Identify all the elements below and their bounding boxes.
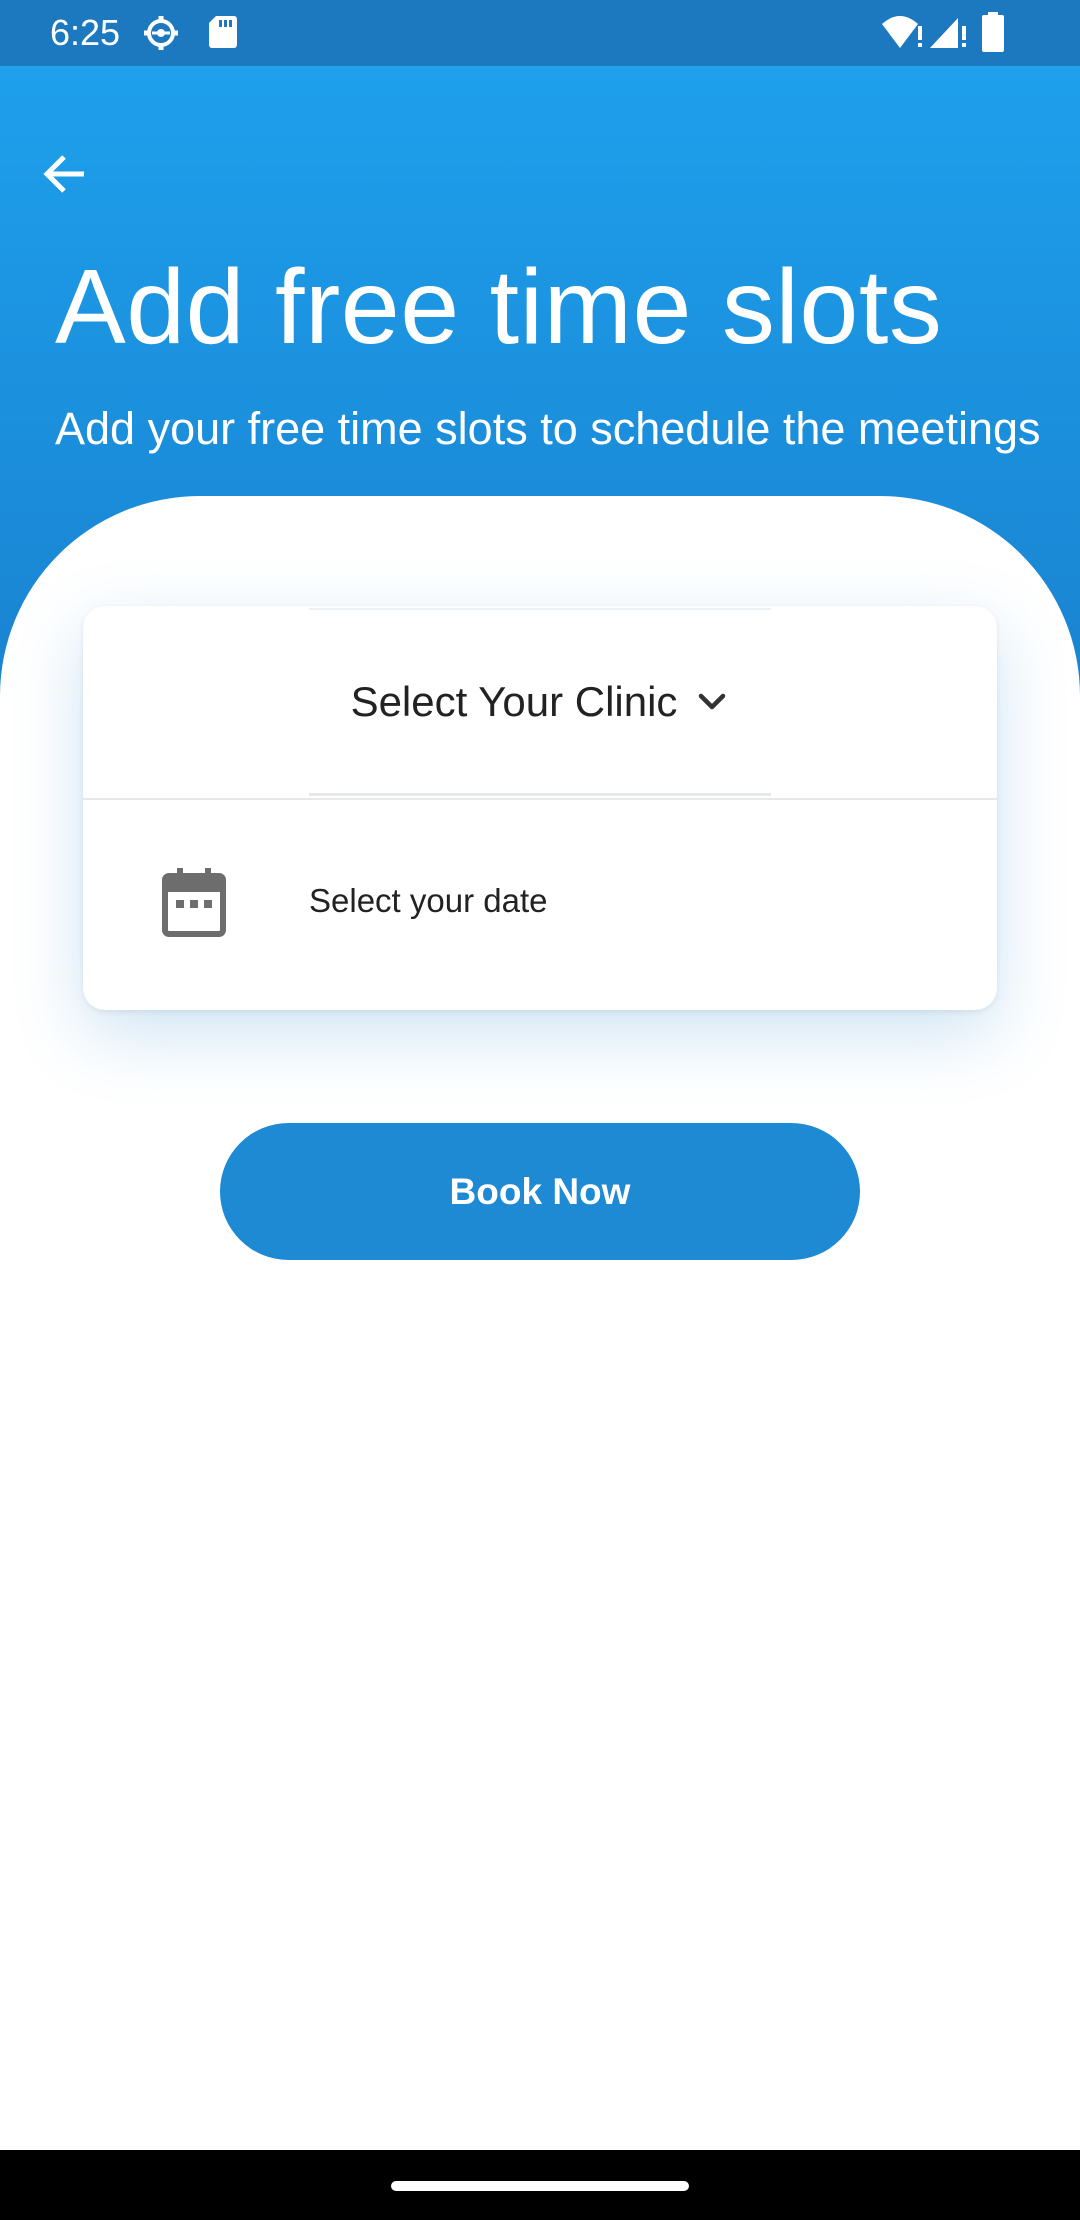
back-button[interactable] — [36, 144, 96, 204]
calendar-icon — [161, 866, 227, 938]
status-time: 6:25 — [50, 12, 121, 53]
date-picker-label: Select your date — [309, 882, 548, 919]
clinic-dropdown[interactable]: Select Your Clinic — [309, 608, 771, 796]
arrow-left-icon — [43, 155, 84, 193]
battery-icon — [982, 12, 1004, 57]
sd-card-icon — [208, 14, 238, 55]
wifi-alert-icon — [880, 14, 924, 55]
signal-alert-icon — [928, 14, 968, 55]
home-indicator[interactable] — [391, 2181, 689, 2191]
chevron-down-icon — [695, 685, 729, 719]
navigation-bar — [0, 2150, 1080, 2220]
page-title: Add free time slots — [55, 248, 943, 366]
page-subtitle: Add your free time slots to schedule the… — [55, 403, 1041, 454]
booking-card: Select Your Clinic Select your date — [83, 606, 997, 1010]
settings-icon — [142, 14, 180, 57]
clinic-dropdown-label: Select Your Clinic — [350, 677, 678, 725]
clinic-row: Select Your Clinic — [83, 606, 997, 798]
date-picker[interactable]: Select your date — [83, 800, 997, 1010]
status-bar: 6:25 — [0, 0, 1080, 66]
book-now-button[interactable]: Book Now — [220, 1123, 860, 1260]
